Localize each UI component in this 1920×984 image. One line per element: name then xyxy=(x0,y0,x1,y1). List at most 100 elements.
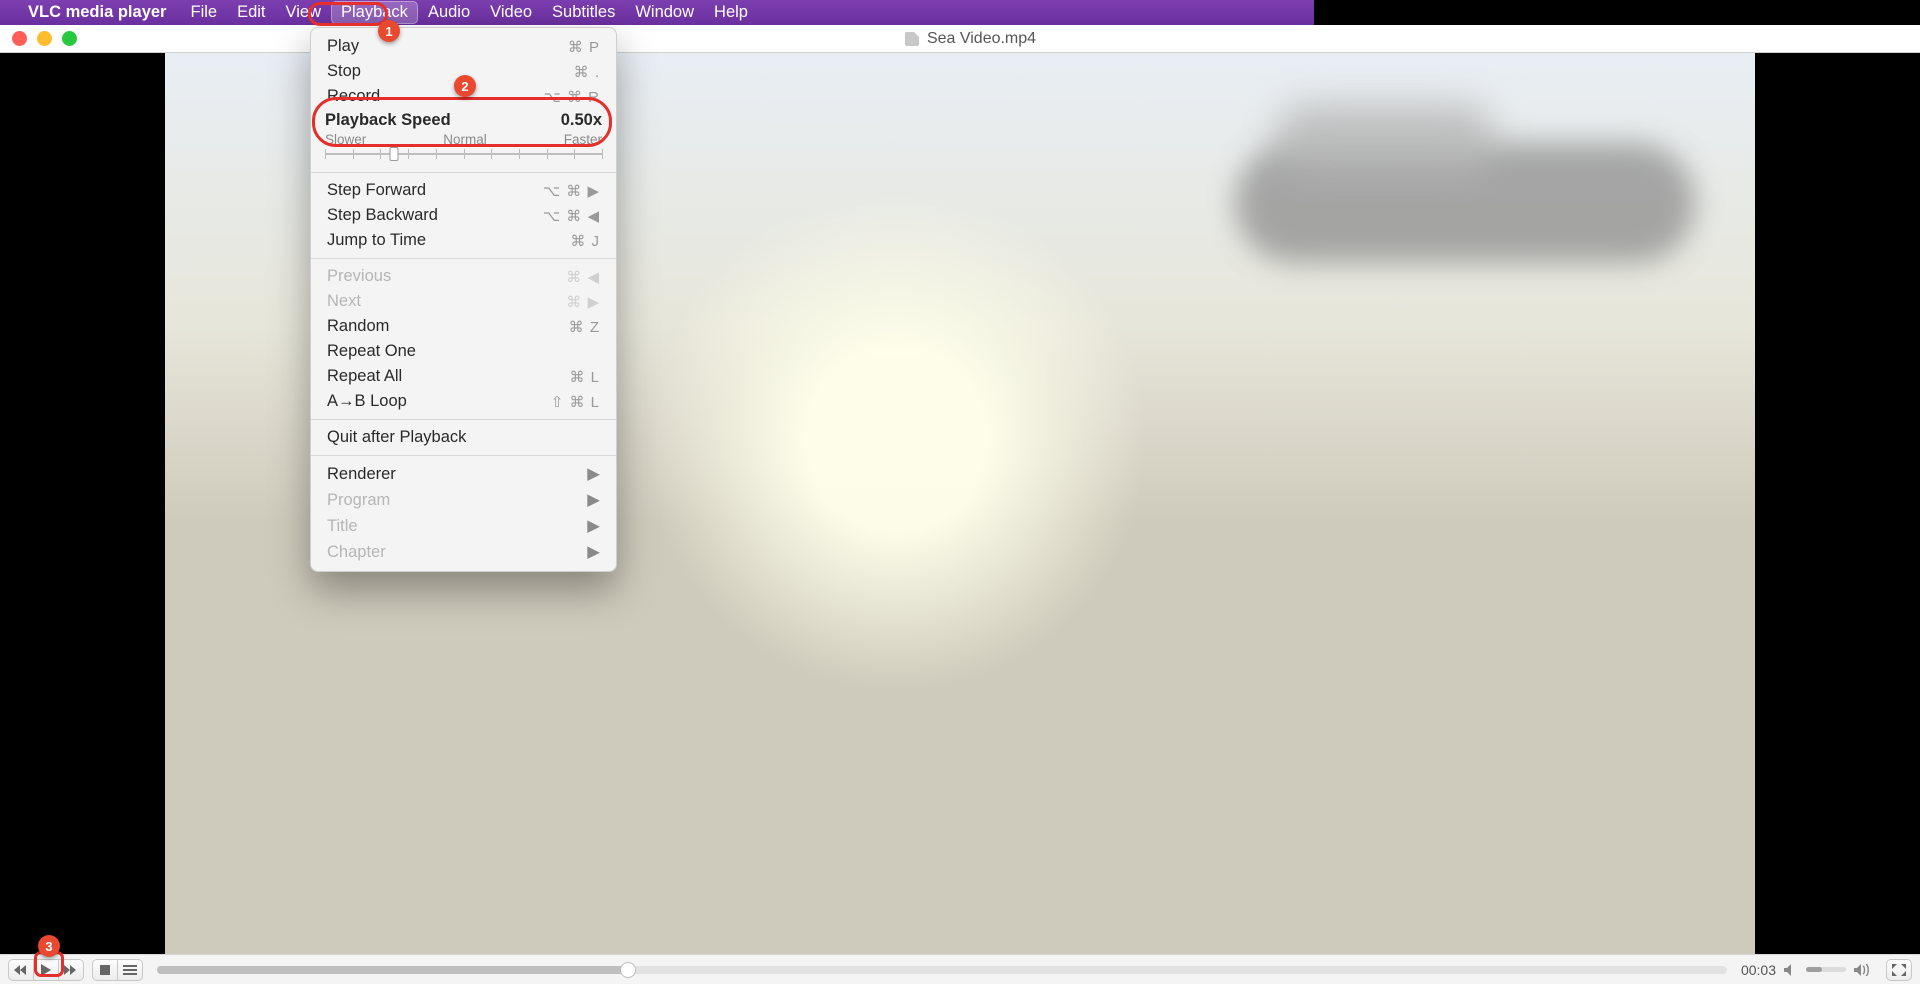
playback-repeat-all[interactable]: Repeat All ⌘ L xyxy=(311,364,616,389)
playback-renderer[interactable]: Renderer ▶ xyxy=(311,461,616,487)
close-window-button[interactable] xyxy=(12,31,27,46)
annotation-badge-1: 1 xyxy=(378,20,400,42)
menu-separator xyxy=(311,455,616,456)
playback-menu: Play ⌘ P Stop ⌘ . Record ⌥ ⌘ R Playback … xyxy=(310,27,617,572)
menu-subtitles[interactable]: Subtitles xyxy=(542,1,625,24)
menu-label: Repeat All xyxy=(327,367,402,386)
volume-min-icon[interactable] xyxy=(1784,964,1798,976)
mac-menubar: VLC media player File Edit View Playback… xyxy=(0,0,1314,25)
document-icon xyxy=(905,32,919,46)
zoom-window-button[interactable] xyxy=(62,31,77,46)
playback-step-backward[interactable]: Step Backward ⌥ ⌘ ◀ xyxy=(311,203,616,228)
menu-audio[interactable]: Audio xyxy=(418,1,480,24)
playback-speed-title: Playback Speed xyxy=(325,111,451,130)
decorative-cloud xyxy=(1275,103,1495,173)
traffic-lights xyxy=(12,31,77,46)
volume-fill xyxy=(1806,967,1822,972)
playback-previous: Previous ⌘ ◀ xyxy=(311,264,616,289)
menu-label: Play xyxy=(327,37,359,56)
annotation-badge-3: 3 xyxy=(38,935,60,957)
seek-bar[interactable] xyxy=(157,966,1727,974)
menu-label: A→B Loop xyxy=(327,392,407,411)
video-window: Sea Video.mp4 xyxy=(0,25,1920,984)
transport-buttons xyxy=(8,959,84,981)
playback-program: Program ▶ xyxy=(311,487,616,513)
menu-help[interactable]: Help xyxy=(704,1,758,24)
playback-ab-loop[interactable]: A→B Loop ⇧ ⌘ L xyxy=(311,389,616,414)
speed-faster-label: Faster xyxy=(564,132,602,147)
menu-label: Jump to Time xyxy=(327,231,426,250)
speed-slower-label: Slower xyxy=(325,132,366,147)
volume-slider[interactable] xyxy=(1806,967,1846,972)
playback-jump-to-time[interactable]: Jump to Time ⌘ J xyxy=(311,228,616,253)
stop-button[interactable] xyxy=(92,959,118,981)
playback-speed-slider[interactable] xyxy=(325,149,602,159)
menu-video[interactable]: Video xyxy=(480,1,542,24)
menu-label: Chapter xyxy=(327,543,386,562)
menu-label: Step Backward xyxy=(327,206,438,225)
seek-knob[interactable] xyxy=(620,962,636,978)
submenu-arrow-icon: ▶ xyxy=(587,464,600,484)
seek-fill xyxy=(157,966,628,974)
menu-label: Next xyxy=(327,292,361,311)
menu-label: Record xyxy=(327,87,380,106)
menu-label: Step Forward xyxy=(327,181,426,200)
menu-playback[interactable]: Playback xyxy=(331,1,418,24)
elapsed-time: 00:03 xyxy=(1741,962,1776,978)
playback-repeat-one[interactable]: Repeat One xyxy=(311,339,616,364)
menu-label: Program xyxy=(327,491,390,510)
menu-shortcut: ⌘ ◀ xyxy=(566,268,600,286)
window-title: Sea Video.mp4 xyxy=(927,30,1036,48)
menu-shortcut: ⌥ ⌘ ◀ xyxy=(543,207,600,225)
playback-speed-value: 0.50x xyxy=(561,111,602,130)
prev-icon xyxy=(14,965,28,975)
play-icon xyxy=(41,964,51,976)
window-titlebar: Sea Video.mp4 xyxy=(0,25,1920,53)
menu-shortcut: ⌘ L xyxy=(569,368,600,386)
playback-title: Title ▶ xyxy=(311,513,616,539)
menu-shortcut: ⌘ Z xyxy=(569,318,600,336)
fullscreen-icon xyxy=(1892,964,1906,976)
speed-normal-label: Normal xyxy=(443,132,487,147)
menu-shortcut: ⌘ P xyxy=(568,38,600,56)
menu-shortcut: ⌥ ⌘ ▶ xyxy=(543,182,600,200)
video-stage xyxy=(0,53,1920,954)
menu-label: Previous xyxy=(327,267,391,286)
menu-file[interactable]: File xyxy=(180,1,227,24)
next-icon xyxy=(64,965,78,975)
menu-shortcut: ⇧ ⌘ L xyxy=(551,393,600,411)
menu-separator xyxy=(311,419,616,420)
menu-edit[interactable]: Edit xyxy=(227,1,275,24)
play-button[interactable] xyxy=(33,959,59,981)
submenu-arrow-icon: ▶ xyxy=(587,542,600,562)
menu-shortcut: ⌘ J xyxy=(570,232,600,250)
stop-icon xyxy=(100,965,110,975)
menu-separator xyxy=(311,258,616,259)
playlist-icon xyxy=(123,965,137,975)
menu-shortcut: ⌘ ▶ xyxy=(566,293,600,311)
menu-label: Quit after Playback xyxy=(327,428,466,447)
menu-shortcut: ⌘ . xyxy=(574,63,600,81)
playback-next: Next ⌘ ▶ xyxy=(311,289,616,314)
playback-chapter: Chapter ▶ xyxy=(311,539,616,565)
menu-shortcut: ⌥ ⌘ R xyxy=(544,88,600,106)
submenu-arrow-icon: ▶ xyxy=(587,516,600,536)
menu-view[interactable]: View xyxy=(276,1,331,24)
prev-track-button[interactable] xyxy=(8,959,34,981)
app-name: VLC media player xyxy=(28,3,166,22)
minimize-window-button[interactable] xyxy=(37,31,52,46)
menu-label: Stop xyxy=(327,62,361,81)
playback-step-forward[interactable]: Step Forward ⌥ ⌘ ▶ xyxy=(311,178,616,203)
playback-speed-block: Playback Speed 0.50x Slower Normal Faste… xyxy=(311,109,616,167)
playback-random[interactable]: Random ⌘ Z xyxy=(311,314,616,339)
menu-label: Random xyxy=(327,317,389,336)
next-track-button[interactable] xyxy=(58,959,84,981)
speed-thumb[interactable] xyxy=(390,147,399,161)
menu-window[interactable]: Window xyxy=(625,1,704,24)
menu-label: Title xyxy=(327,517,358,536)
volume-max-icon[interactable] xyxy=(1854,964,1872,976)
playlist-button[interactable] xyxy=(117,959,143,981)
playback-quit-after[interactable]: Quit after Playback xyxy=(311,425,616,450)
fullscreen-button[interactable] xyxy=(1886,959,1912,981)
playback-play[interactable]: Play ⌘ P xyxy=(311,34,616,59)
